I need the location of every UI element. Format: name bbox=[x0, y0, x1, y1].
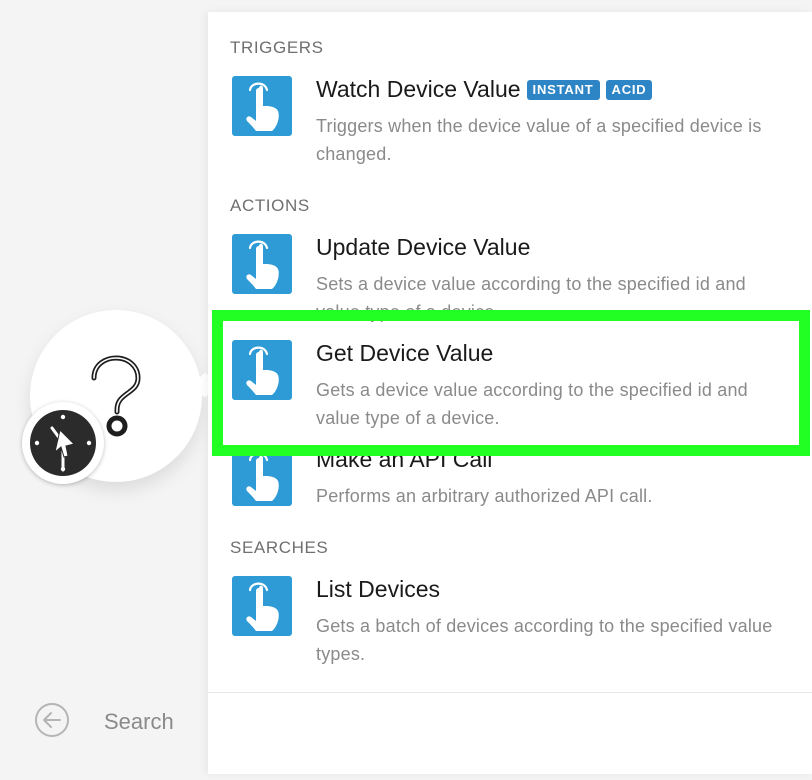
module-title: Get Device Value bbox=[316, 340, 494, 366]
module-picker-panel: TRIGGERS Watch Device Value INSTANT ACID… bbox=[208, 12, 812, 774]
back-arrow-icon[interactable] bbox=[34, 702, 70, 738]
instant-badge: INSTANT bbox=[526, 79, 600, 100]
section-label-actions: ACTIONS bbox=[230, 196, 310, 215]
module-title: Update Device Value bbox=[316, 234, 531, 260]
module-description: Gets a device value according to the spe… bbox=[316, 380, 748, 428]
section-label-searches: SEARCHES bbox=[230, 538, 329, 557]
hand-pointer-icon bbox=[232, 234, 292, 294]
module-description: Gets a batch of devices according to the… bbox=[316, 616, 773, 664]
search-input[interactable] bbox=[102, 706, 566, 738]
hand-pointer-icon bbox=[232, 76, 292, 136]
hand-pointer-icon bbox=[232, 446, 292, 506]
module-title: List Devices bbox=[316, 576, 440, 602]
module-title: Watch Device Value bbox=[316, 76, 521, 102]
module-description: Performs an arbitrary authorized API cal… bbox=[316, 486, 653, 506]
hand-pointer-icon bbox=[232, 576, 292, 636]
module-title: Make an API Call bbox=[316, 446, 493, 472]
section-label-triggers: TRIGGERS bbox=[230, 38, 324, 57]
module-item-list-devices[interactable]: List Devices Gets a batch of devices acc… bbox=[208, 576, 812, 672]
module-item-update-device-value[interactable]: Update Device Value Sets a device value … bbox=[208, 234, 812, 330]
module-item-make-api-call[interactable]: Make an API Call Performs an arbitrary a… bbox=[208, 446, 812, 542]
acid-badge: ACID bbox=[605, 79, 653, 100]
module-item-get-device-value[interactable]: Get Device Value Gets a device value acc… bbox=[208, 340, 812, 436]
module-item-watch-device-value[interactable]: Watch Device Value INSTANT ACID Triggers… bbox=[208, 76, 812, 172]
module-description: Sets a device value according to the spe… bbox=[316, 274, 746, 322]
clock-icon[interactable] bbox=[30, 410, 96, 476]
hand-pointer-icon bbox=[232, 340, 292, 400]
module-description: Triggers when the device value of a spec… bbox=[316, 116, 762, 164]
